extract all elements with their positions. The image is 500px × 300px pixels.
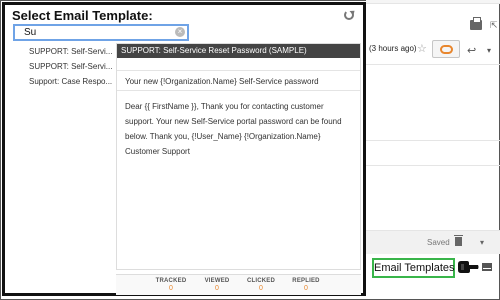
divider (366, 165, 500, 166)
message-time: (3 hours ago) (369, 44, 417, 53)
pointing-hand-icon (458, 261, 479, 273)
more-compose-options-icon[interactable]: ▾ (480, 238, 484, 247)
saved-status: Saved (427, 238, 450, 247)
preview-title: SUPPORT: Self-Service Reset Password (SA… (117, 44, 360, 58)
star-icon[interactable]: ☆ (417, 42, 427, 55)
mail-icon[interactable] (482, 263, 492, 271)
stat-value: 0 (259, 285, 263, 292)
search-input[interactable] (15, 26, 165, 39)
more-options-icon[interactable]: ▾ (487, 46, 491, 55)
stat-replied: REPLIED 0 (281, 278, 331, 293)
stat-value: 0 (215, 285, 219, 292)
email-templates-button[interactable]: Email Templates (372, 258, 455, 278)
template-stats: TRACKED 0 VIEWED 0 CLICKED 0 REPLIED 0 (116, 274, 361, 295)
divider (366, 64, 500, 65)
trash-icon[interactable] (454, 235, 463, 246)
template-preview: SUPPORT: Self-Service Reset Password (SA… (116, 43, 361, 270)
stat-clicked: CLICKED 0 (236, 278, 286, 293)
template-list-item[interactable]: SUPPORT: Self-Servi... (29, 60, 113, 75)
stat-tracked: TRACKED 0 (146, 278, 196, 293)
stat-value: 0 (304, 285, 308, 292)
stat-value: 0 (169, 285, 173, 292)
template-search[interactable]: × (13, 24, 189, 41)
gmail-top-bar (366, 0, 500, 4)
modal-header: Select Email Template: (5, 5, 363, 25)
print-icon[interactable] (470, 17, 482, 30)
modal-title: Select Email Template: (12, 8, 153, 23)
refresh-icon[interactable] (344, 10, 354, 20)
reply-icon[interactable]: ↩ (467, 44, 476, 57)
preview-body: Dear {{ FirstName }}, Thank you for cont… (125, 102, 342, 156)
template-list: SUPPORT: Self-Servi... SUPPORT: Self-Ser… (29, 45, 113, 90)
preview-subject: Your new {!Organization.Name} Self-Servi… (117, 70, 360, 91)
stat-viewed: VIEWED 0 (192, 278, 242, 293)
select-template-modal: Select Email Template: × SUPPORT: Self-S… (2, 2, 366, 296)
link-icon (440, 45, 453, 54)
clear-search-icon[interactable]: × (175, 27, 185, 37)
tracking-link-button[interactable] (432, 40, 460, 58)
template-list-item[interactable]: Support: Case Respo... (29, 75, 113, 90)
template-list-item[interactable]: SUPPORT: Self-Servi... (29, 45, 113, 60)
divider (366, 140, 500, 141)
new-window-icon[interactable]: ⇱ (490, 20, 498, 31)
